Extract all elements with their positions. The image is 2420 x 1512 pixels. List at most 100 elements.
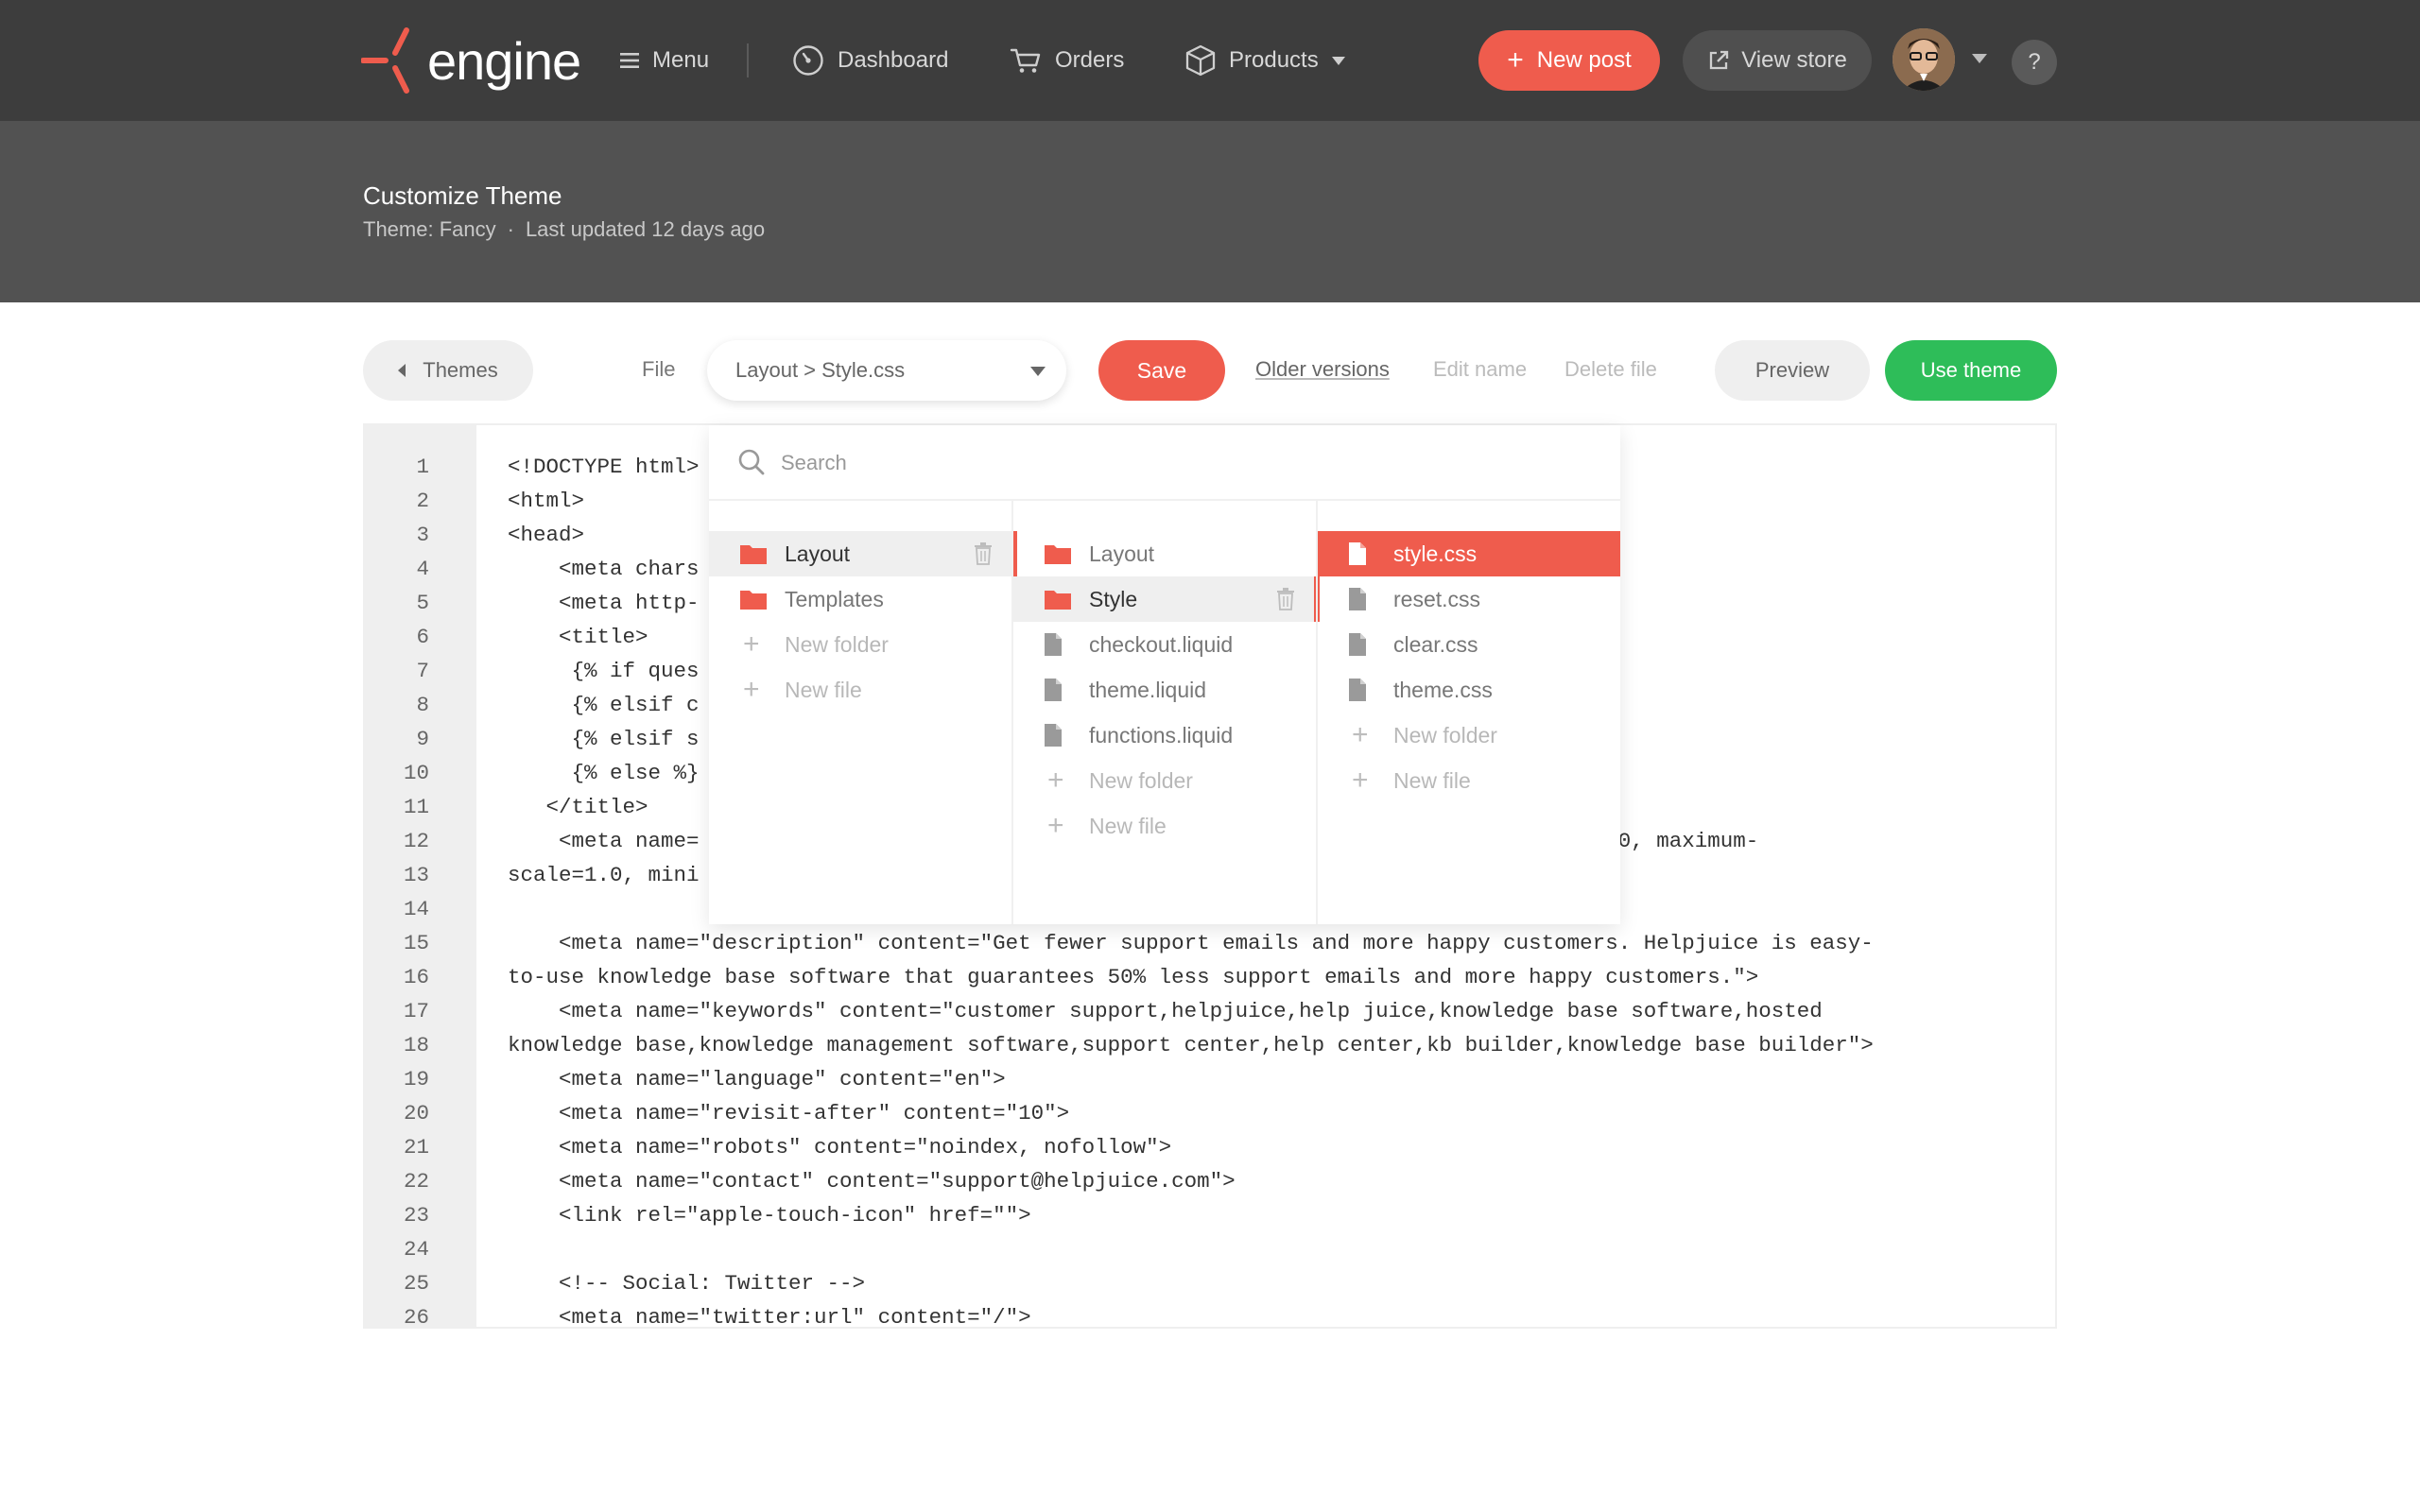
avatar[interactable]: [1893, 28, 1955, 91]
browser-item[interactable]: + New folder: [1318, 713, 1620, 758]
file-search-bar: [709, 425, 1620, 501]
browser-item[interactable]: Layout: [709, 531, 1017, 576]
line-text[interactable]: </title>: [508, 790, 648, 824]
plus-icon: +: [1047, 810, 1064, 841]
line-text[interactable]: <meta http-: [508, 586, 700, 620]
line-text[interactable]: <meta name="robots" content="noindex, no…: [508, 1130, 1171, 1164]
browser-item-label: Templates: [785, 586, 884, 611]
line-text[interactable]: <meta name="twitter:url" content="/">: [508, 1300, 1031, 1327]
code-line[interactable]: 19 <meta name="language" content="en">: [365, 1062, 2055, 1096]
browser-item[interactable]: + New file: [1318, 758, 1620, 803]
browser-item[interactable]: + New file: [709, 667, 1013, 713]
code-line[interactable]: 21 <meta name="robots" content="noindex,…: [365, 1130, 2055, 1164]
browser-item[interactable]: style.css: [1318, 531, 1620, 576]
use-theme-button[interactable]: Use theme: [1885, 340, 2057, 401]
themes-label: Themes: [423, 358, 498, 382]
browser-item[interactable]: Style: [1013, 576, 1320, 622]
nav-orders[interactable]: Orders: [1010, 38, 1124, 83]
browser-item[interactable]: + New folder: [1013, 758, 1316, 803]
line-number: 24: [403, 1237, 429, 1262]
file-icon: [1044, 678, 1072, 702]
line-text[interactable]: scale=1.0, mini: [508, 858, 700, 892]
file-select-dropdown[interactable]: Layout > Style.css: [707, 340, 1066, 401]
plus-icon: +: [1507, 44, 1524, 76]
line-text[interactable]: <meta name="description" content="Get fe…: [508, 926, 1874, 960]
line-text[interactable]: <!-- Social: Twitter -->: [508, 1266, 865, 1300]
browser-item[interactable]: checkout.liquid: [1013, 622, 1316, 667]
trash-icon[interactable]: [974, 542, 993, 571]
nav-menu[interactable]: Menu: [620, 38, 709, 83]
browser-item[interactable]: theme.css: [1318, 667, 1620, 713]
line-text[interactable]: <meta chars: [508, 552, 700, 586]
line-text[interactable]: <head>: [508, 518, 584, 552]
help-button[interactable]: ?: [2012, 40, 2057, 85]
browser-item[interactable]: theme.liquid: [1013, 667, 1316, 713]
line-number: 9: [416, 727, 429, 751]
folder-icon: [739, 588, 768, 610]
line-text[interactable]: <meta name="contact" content="support@he…: [508, 1164, 1236, 1198]
plus-icon: +: [743, 628, 760, 660]
code-line[interactable]: 24: [365, 1232, 2055, 1266]
line-text[interactable]: to-use knowledge base software that guar…: [508, 960, 1758, 994]
code-line[interactable]: 23 <link rel="apple-touch-icon" href="">: [365, 1198, 2055, 1232]
nav-products[interactable]: Products: [1185, 38, 1345, 83]
browser-item-label: reset.css: [1393, 586, 1481, 611]
line-text[interactable]: {% elsif c: [508, 688, 700, 722]
line-text[interactable]: <meta name="keywords" content="customer …: [508, 994, 1823, 1028]
line-number: 20: [403, 1101, 429, 1125]
browser-item[interactable]: Layout: [1013, 531, 1316, 576]
line-number: 6: [416, 625, 429, 649]
line-number: 14: [403, 897, 429, 921]
line-text[interactable]: <meta name="revisit-after" content="10">: [508, 1096, 1069, 1130]
view-store-button[interactable]: View store: [1683, 30, 1872, 91]
hamburger-icon: [620, 53, 639, 68]
delete-file-link[interactable]: Delete file: [1564, 357, 1657, 382]
code-line[interactable]: 25 <!-- Social: Twitter -->: [365, 1266, 2055, 1300]
browser-column-3: style.css reset.css clear.css theme.css + New…: [1316, 501, 1620, 924]
browser-item[interactable]: + New file: [1013, 803, 1316, 849]
code-line[interactable]: 16 to-use knowledge base software that gu…: [365, 960, 2055, 994]
line-number: 21: [403, 1135, 429, 1160]
browser-item-label: Layout: [785, 541, 851, 566]
plus-icon: +: [743, 674, 760, 705]
line-text[interactable]: <title>: [508, 620, 648, 654]
browser-item[interactable]: clear.css: [1318, 622, 1620, 667]
save-button[interactable]: Save: [1098, 340, 1225, 401]
line-text[interactable]: {% if ques: [508, 654, 700, 688]
line-text[interactable]: {% else %}: [508, 756, 700, 790]
back-to-themes-button[interactable]: Themes: [363, 340, 533, 401]
code-line[interactable]: 17 <meta name="keywords" content="custom…: [365, 994, 2055, 1028]
browser-item[interactable]: functions.liquid: [1013, 713, 1316, 758]
browser-item[interactable]: reset.css: [1318, 576, 1620, 622]
nav-dashboard-label: Dashboard: [838, 47, 949, 73]
preview-button[interactable]: Preview: [1715, 340, 1870, 401]
code-line[interactable]: 18 knowledge base,knowledge management so…: [365, 1028, 2055, 1062]
new-post-button[interactable]: + New post: [1478, 30, 1660, 91]
nav-orders-label: Orders: [1055, 47, 1125, 73]
plus-icon: +: [1352, 765, 1369, 796]
code-line[interactable]: 20 <meta name="revisit-after" content="1…: [365, 1096, 2055, 1130]
line-text[interactable]: <!DOCTYPE html>: [508, 450, 700, 484]
cart-icon: [1010, 48, 1041, 73]
browser-item[interactable]: Templates: [709, 576, 1013, 622]
line-text[interactable]: <link rel="apple-touch-icon" href="">: [508, 1198, 1031, 1232]
logo-text: engine: [427, 30, 581, 91]
code-line[interactable]: 15 <meta name="description" content="Get…: [365, 926, 2055, 960]
line-text[interactable]: <meta name="language" content="en">: [508, 1062, 1006, 1096]
line-text[interactable]: knowledge base,knowledge management soft…: [508, 1028, 1874, 1062]
older-versions-link[interactable]: Older versions: [1255, 357, 1390, 382]
browser-item-label: New folder: [785, 631, 889, 657]
edit-name-link[interactable]: Edit name: [1433, 357, 1527, 382]
line-number: 19: [403, 1067, 429, 1091]
line-text[interactable]: <html>: [508, 484, 584, 518]
trash-icon[interactable]: [1276, 588, 1295, 616]
line-number: 8: [416, 693, 429, 717]
engine-logo[interactable]: engine: [361, 25, 581, 96]
nav-dashboard[interactable]: Dashboard: [792, 38, 948, 83]
browser-item[interactable]: + New folder: [709, 622, 1013, 667]
code-line[interactable]: 26 <meta name="twitter:url" content="/">: [365, 1300, 2055, 1327]
file-search-input[interactable]: [781, 442, 1594, 484]
browser-item-label: New file: [785, 677, 862, 702]
account-caret-icon[interactable]: [1972, 54, 1987, 63]
code-line[interactable]: 22 <meta name="contact" content="support…: [365, 1164, 2055, 1198]
